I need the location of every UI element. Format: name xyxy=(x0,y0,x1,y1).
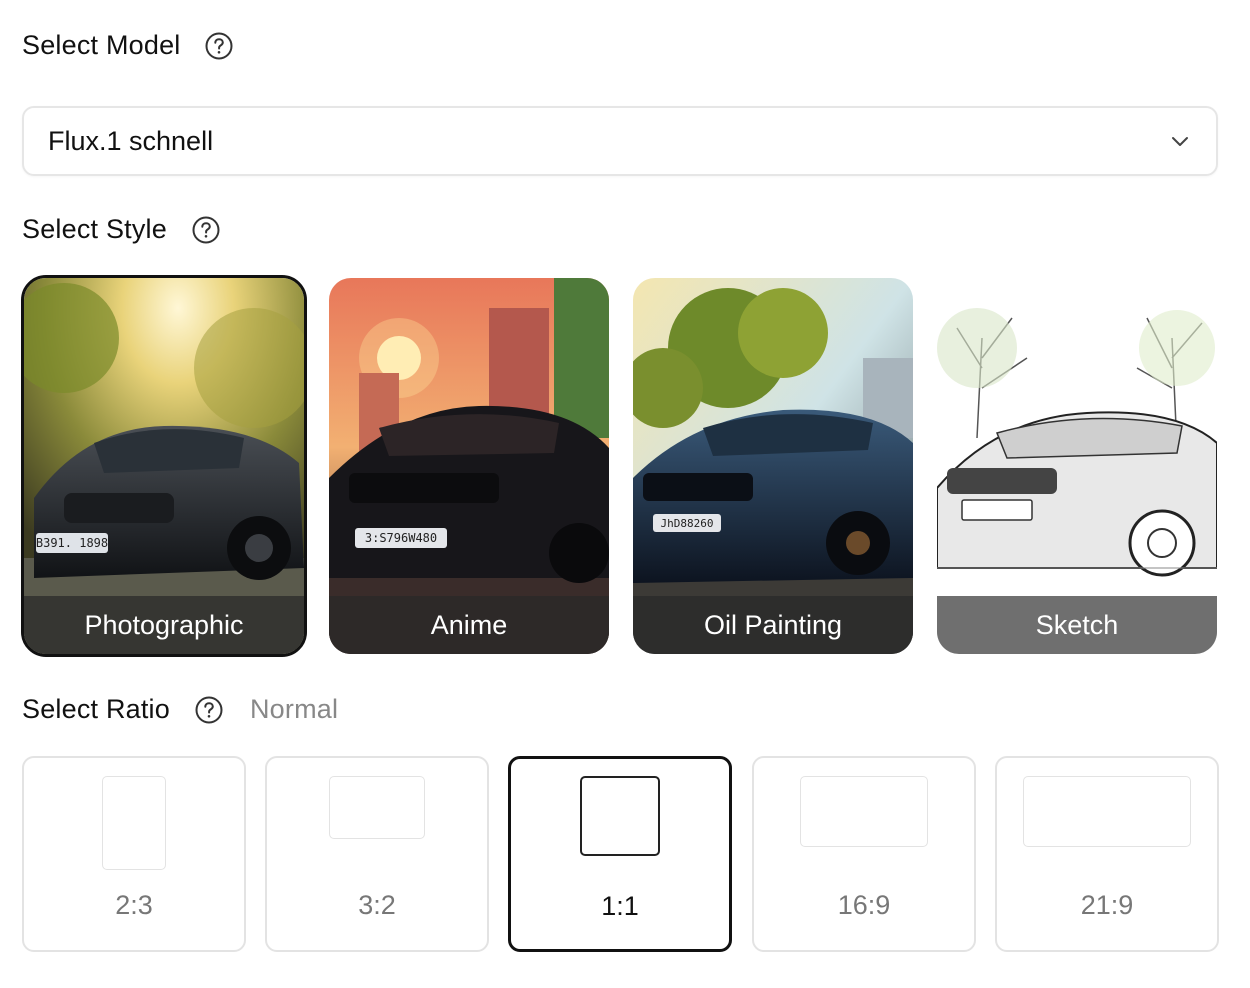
style-option-sketch[interactable]: Sketch xyxy=(937,278,1217,654)
select-style-heading: Select Style xyxy=(22,214,221,245)
anime-plate-text: 3:S796W480 xyxy=(365,531,437,545)
photographic-plate-text: B391. 1898 xyxy=(36,536,108,550)
style-help-icon[interactable] xyxy=(191,215,221,245)
style-option-label: Oil Painting xyxy=(633,596,913,654)
model-help-icon[interactable] xyxy=(204,31,234,61)
ratio-preview-shape xyxy=(800,776,928,847)
style-option-anime[interactable]: 3:S796W480 Anime xyxy=(329,278,609,654)
style-option-oil-painting[interactable]: JhD88260 Oil Painting xyxy=(633,278,913,654)
select-ratio-heading: Select Ratio Normal xyxy=(22,694,338,725)
ratio-option-label: 1:1 xyxy=(601,891,639,921)
style-option-label: Anime xyxy=(329,596,609,654)
select-style-label: Select Style xyxy=(22,214,167,244)
select-model-label: Select Model xyxy=(22,30,181,60)
ratio-option-label: 2:3 xyxy=(115,890,153,920)
ratio-option-3-2[interactable]: 3:2 xyxy=(265,756,489,952)
ratio-option-2-3[interactable]: 2:3 xyxy=(22,756,246,952)
ratio-preview-shape xyxy=(102,776,166,870)
ratio-preview-shape xyxy=(1023,776,1191,847)
ratio-option-label: 21:9 xyxy=(1080,890,1134,920)
ratio-mode-label: Normal xyxy=(249,694,339,724)
ratio-preview-shape xyxy=(329,776,425,839)
ratio-preview-shape xyxy=(580,776,660,856)
select-model-heading: Select Model xyxy=(22,30,234,61)
ratio-help-icon[interactable] xyxy=(194,695,224,725)
ratio-option-21-9[interactable]: 21:9 xyxy=(995,756,1219,952)
ratio-option-1-1[interactable]: 1:1 xyxy=(508,756,732,952)
model-select-value: Flux.1 schnell xyxy=(48,125,214,156)
chevron-down-icon xyxy=(1172,137,1188,146)
oil-painting-plate-text: JhD88260 xyxy=(661,517,714,530)
style-option-label: Sketch xyxy=(937,596,1217,654)
style-option-photographic[interactable]: B391. 1898 Photographic xyxy=(21,275,307,657)
style-option-label: Photographic xyxy=(24,596,304,654)
ratio-option-label: 16:9 xyxy=(837,890,891,920)
model-select[interactable]: Flux.1 schnell xyxy=(22,106,1218,176)
ratio-option-16-9[interactable]: 16:9 xyxy=(752,756,976,952)
select-ratio-label: Select Ratio xyxy=(22,694,170,724)
ratio-option-label: 3:2 xyxy=(358,890,396,920)
